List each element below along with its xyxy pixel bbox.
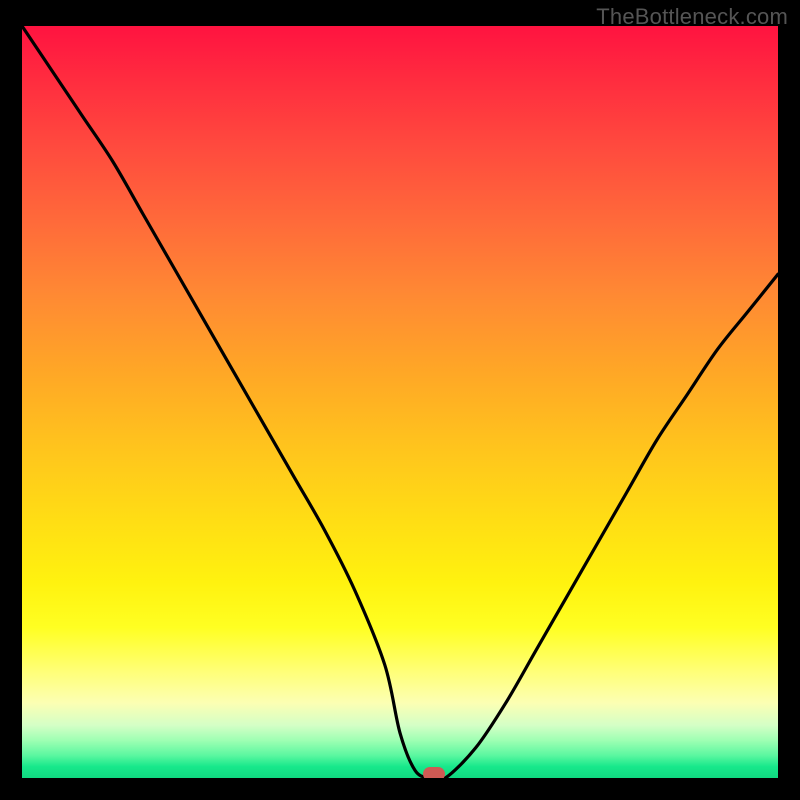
optimum-marker-icon (423, 767, 445, 778)
watermark-text: TheBottleneck.com (596, 4, 788, 30)
bottleneck-curve (22, 26, 778, 778)
chart-frame: TheBottleneck.com (0, 0, 800, 800)
plot-area (22, 26, 778, 778)
